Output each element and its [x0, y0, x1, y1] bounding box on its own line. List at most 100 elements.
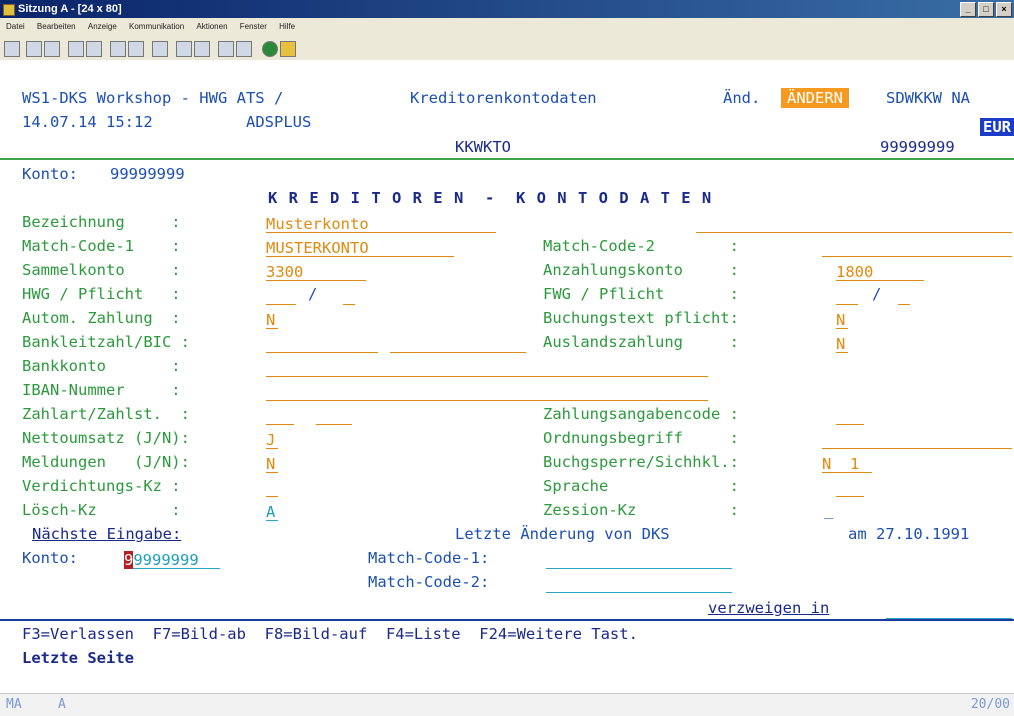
mode-label: Änd. [723, 89, 761, 107]
datetime: 14.07.14 15:12 [22, 113, 153, 131]
function-keys: F3=Verlassen F7=Bild-ab F8=Bild-auf F4=L… [22, 625, 638, 643]
label-nettoumsatz: Nettoumsatz (J/N): [22, 429, 190, 447]
loesch-kz-field[interactable]: A [266, 504, 278, 521]
verdichtungs-kz-field[interactable] [266, 480, 278, 497]
hwg-field[interactable] [266, 288, 296, 305]
label-sammelkonto: Sammelkonto : [22, 261, 181, 279]
user-name: ADSPLUS [246, 113, 312, 131]
receive-icon[interactable] [86, 41, 102, 57]
label-autom-zahlung: Autom. Zahlung : [22, 309, 181, 327]
zahlungsangabencode-field[interactable] [836, 408, 864, 425]
hwg-pflicht-field[interactable] [343, 288, 355, 305]
app-icon [3, 4, 15, 16]
record-icon[interactable] [152, 41, 168, 57]
label-bankleitzahl: Bankleitzahl/BIC : [22, 333, 190, 351]
minimize-button[interactable]: _ [960, 2, 976, 17]
globe-icon[interactable] [262, 41, 278, 57]
autom-zahlung-field[interactable]: N [266, 312, 278, 329]
next-match-code-1-label: Match-Code-1: [368, 549, 490, 567]
message-line: Letzte Seite [22, 649, 134, 667]
menu-datei[interactable]: Datei [6, 22, 25, 31]
currency-badge: EUR [980, 118, 1014, 136]
ordnungsbegriff-field[interactable] [822, 432, 1012, 449]
label-auslandszahlung: Auslandszahlung : [543, 333, 739, 351]
label-fwg-pflicht: FWG / Pflicht : [543, 285, 739, 303]
macro2-icon[interactable] [194, 41, 210, 57]
next-konto-value: 9999999 [133, 551, 199, 569]
iban-field[interactable] [266, 384, 708, 401]
match-code-1-field[interactable]: MUSTERKONTO [266, 240, 454, 257]
macro-icon[interactable] [176, 41, 192, 57]
meldungen-field[interactable]: N [266, 456, 278, 473]
status-bar: MA A 20/00 [0, 693, 1014, 716]
last-change-label: Letzte Änderung von DKS [455, 525, 670, 543]
window-title-bar: Sitzung A - [24 x 80] _ □ × [0, 0, 1014, 18]
sammelkonto-field[interactable]: 3300 [266, 264, 366, 281]
bezeichnung2-field[interactable] [696, 216, 1012, 233]
nettoumsatz-field[interactable]: J [266, 432, 278, 449]
next-input-label: Nächste Eingabe: [32, 525, 182, 543]
copy-icon[interactable] [26, 41, 42, 57]
menu-hilfe[interactable]: Hilfe [279, 22, 295, 31]
label-zahlungsangabencode: Zahlungsangabencode : [543, 405, 739, 423]
display2-icon[interactable] [128, 41, 144, 57]
fwg-separator: / [872, 285, 882, 303]
label-zession-kz: Zession-Kz : [543, 501, 739, 519]
buchungstext-pflicht-field[interactable]: N [836, 312, 848, 329]
branch-label: verzweigen in [708, 599, 830, 617]
menu-aktionen[interactable]: Aktionen [196, 22, 227, 31]
next-konto-field[interactable]: 99999999 [124, 551, 220, 569]
menu-fenster[interactable]: Fenster [240, 22, 267, 31]
anzahlungskonto-field[interactable]: 1800 [836, 264, 924, 281]
auslandszahlung-field[interactable]: N [836, 336, 848, 353]
mode-badge: ÄNDERN [781, 88, 849, 108]
next-konto-label: Konto: [22, 549, 78, 567]
sprache-field[interactable] [836, 480, 864, 497]
label-loesch-kz: Lösch-Kz : [22, 501, 181, 519]
label-anzahlungskonto: Anzahlungskonto : [543, 261, 739, 279]
match-code-2-field[interactable] [822, 240, 1012, 257]
konto-label: Konto: [22, 165, 78, 183]
label-bezeichnung: Bezeichnung : [22, 213, 181, 231]
zahlart-field[interactable] [266, 408, 294, 425]
label-buchungstext-pflicht: Buchungstext pflicht: [543, 309, 739, 327]
menu-kommunikation[interactable]: Kommunikation [129, 22, 184, 31]
chart2-icon[interactable] [236, 41, 252, 57]
window-title: Sitzung A - [24 x 80] [18, 3, 122, 15]
label-verdichtungs-kz: Verdichtungs-Kz : [22, 477, 181, 495]
zahlst-field[interactable] [316, 408, 352, 425]
page-heading: K R E D I T O R E N - K O N T O D A T E … [268, 189, 713, 207]
label-meldungen: Meldungen (J/N): [22, 453, 190, 471]
status-left: MA [6, 697, 22, 712]
paste-icon[interactable] [44, 41, 60, 57]
chart-icon[interactable] [218, 41, 234, 57]
branch-field[interactable] [886, 602, 1012, 619]
bic-field[interactable] [390, 336, 526, 353]
next-match-code-2-field[interactable] [546, 576, 732, 593]
buchgsperre-field[interactable]: N 1 [822, 456, 872, 473]
maximize-button[interactable]: □ [978, 2, 994, 17]
zession-kz-value[interactable]: _ [824, 500, 833, 520]
edit-icon[interactable] [280, 41, 296, 57]
label-iban: IBAN-Nummer : [22, 381, 181, 399]
label-ordnungsbegriff: Ordnungsbegriff : [543, 429, 739, 447]
display-icon[interactable] [110, 41, 126, 57]
send-icon[interactable] [68, 41, 84, 57]
bankleitzahl-field[interactable] [266, 336, 378, 353]
hwg-separator: / [308, 285, 318, 303]
terminal-screen: WS1-DKS Workshop - HWG ATS / Kreditorenk… [0, 60, 1014, 716]
next-match-code-1-field[interactable] [546, 552, 732, 569]
menu-anzeige[interactable]: Anzeige [88, 22, 117, 31]
label-zahlart: Zahlart/Zahlst. : [22, 405, 190, 423]
print-icon[interactable] [4, 41, 20, 57]
separator-bottom [0, 619, 1014, 621]
bankkonto-field[interactable] [266, 360, 708, 377]
fwg-pflicht-field[interactable] [898, 288, 910, 305]
close-button[interactable]: × [996, 2, 1012, 17]
status-mid: A [58, 697, 66, 712]
text-cursor: 9 [124, 551, 134, 569]
label-sprache: Sprache : [543, 477, 739, 495]
fwg-field[interactable] [836, 288, 858, 305]
bezeichnung-field[interactable]: Musterkonto [266, 216, 496, 233]
menu-bearbeiten[interactable]: Bearbeiten [37, 22, 76, 31]
